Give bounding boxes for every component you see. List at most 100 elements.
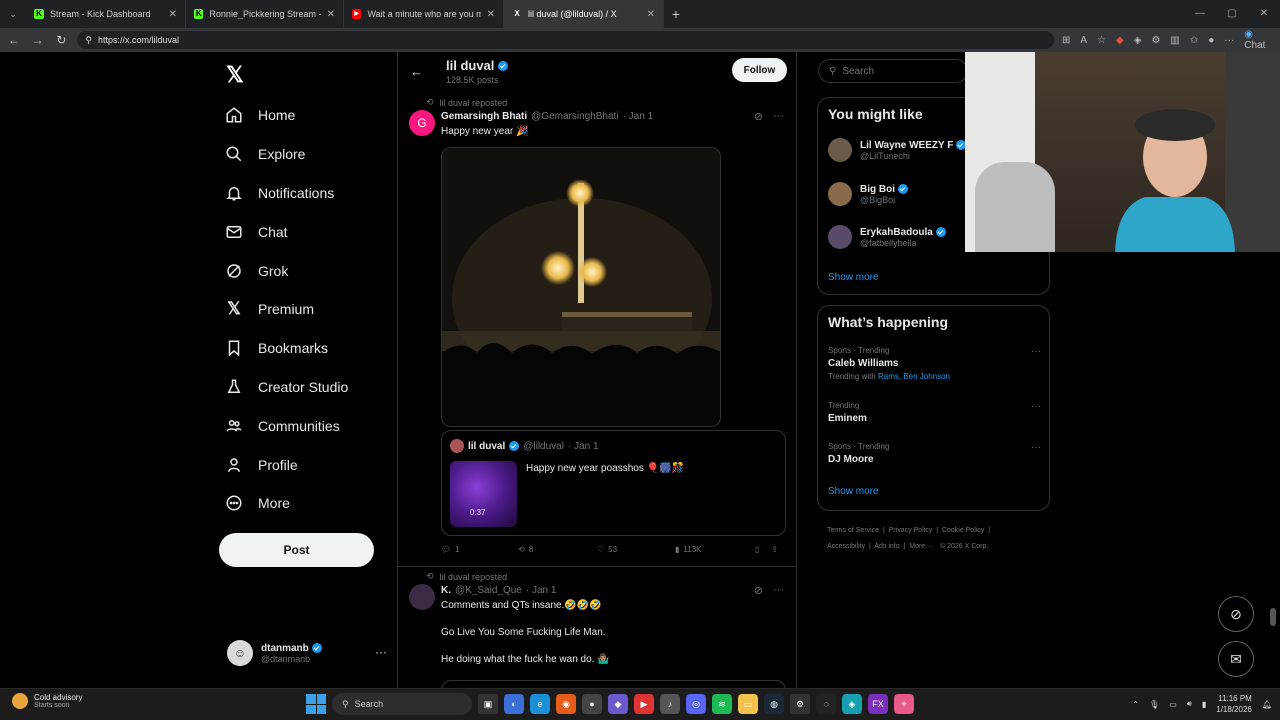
more-dots-icon[interactable]: ··· [375, 645, 387, 659]
nav-chat[interactable]: Chat [224, 212, 348, 251]
grok-icon[interactable]: ⊘ [754, 584, 763, 597]
video-thumbnail[interactable]: 0:37 [450, 461, 517, 527]
app-icon[interactable]: ◈ [842, 694, 862, 714]
trend-item[interactable]: Trending Eminem ··· [828, 401, 1041, 424]
steam-icon[interactable]: ◍ [764, 694, 784, 714]
more-dots-icon[interactable]: ··· [1031, 401, 1041, 412]
tweet-media-image[interactable] [441, 147, 721, 427]
more-dots-icon[interactable]: ··· [773, 110, 784, 123]
weather-widget[interactable]: Cold advisory Starts soon [12, 693, 82, 709]
nav-bookmarks[interactable]: Bookmarks [224, 329, 348, 368]
copilot-chat-button[interactable]: ◉ Chat [1244, 29, 1274, 51]
tab-kick-dashboard[interactable]: K Stream - Kick Dashboard ✕ [26, 0, 186, 28]
close-tab-icon[interactable]: ✕ [647, 9, 655, 20]
new-tab-icon[interactable]: + [664, 6, 688, 22]
extensions-puzzle-icon[interactable]: ⚙ [1151, 35, 1160, 46]
menu-dots-icon[interactable]: ··· [1224, 35, 1234, 46]
footer-link[interactable]: Ads info [874, 543, 899, 550]
footer-link[interactable]: Accessibility [827, 543, 865, 550]
nav-premium[interactable]: 𝕏 Premium [224, 290, 348, 329]
close-tab-icon[interactable]: ✕ [487, 9, 495, 20]
back-icon[interactable]: ← [6, 33, 22, 47]
nav-creator-studio[interactable]: Creator Studio [224, 368, 348, 407]
network-icon[interactable]: ▭ [1169, 700, 1177, 709]
trend-item[interactable]: Sports · Trending DJ Moore ··· [828, 442, 1041, 465]
nav-explore[interactable]: Explore [224, 135, 348, 174]
repost-button[interactable]: ⟲ 8 [518, 545, 597, 554]
tweet-author-handle[interactable]: @K_Said_Que [455, 585, 522, 596]
volume-icon[interactable]: 🔊︎ [1187, 699, 1192, 709]
app-icon[interactable]: ⊞ [1062, 35, 1070, 46]
grok-fab-button[interactable]: ⊘ [1218, 596, 1254, 632]
avatar[interactable] [409, 584, 435, 610]
profile-icon[interactable]: ● [1208, 35, 1214, 46]
edge-icon[interactable]: e [530, 694, 550, 714]
app-icon[interactable]: ▶ [634, 694, 654, 714]
tab-search-icon[interactable]: ⌄ [0, 0, 26, 28]
follow-button[interactable]: Follow [732, 58, 787, 82]
close-window-icon[interactable]: ✕ [1248, 0, 1280, 28]
messages-fab-button[interactable]: ✉ [1218, 641, 1254, 677]
microphone-icon[interactable]: 🎙︎ [1149, 700, 1159, 709]
account-switcher[interactable]: ☺ dtanmanb @dtanmanb ··· [227, 640, 387, 666]
views-button[interactable]: ▮ 113K [675, 545, 755, 554]
back-arrow-icon[interactable]: ← [410, 64, 423, 79]
favorite-star-icon[interactable]: ☆ [1097, 35, 1106, 46]
obs-icon[interactable]: ● [582, 694, 602, 714]
task-view-icon[interactable]: ▣ [478, 694, 498, 714]
tab-lil-duval[interactable]: X lil duval (@lilduval) / X ✕ [504, 0, 664, 28]
tweet-date[interactable]: · Jan 1 [623, 111, 654, 122]
app-icon[interactable]: ⚙ [790, 694, 810, 714]
url-bar[interactable]: ⚲ https://x.com/lilduval [77, 31, 1054, 49]
suggestion-item[interactable]: Big Boi @BigBoi [828, 182, 908, 206]
quoted-tweet[interactable]: lil duval @lilduval · Jan 1 0:37 Happy n… [441, 430, 786, 536]
copilot-icon[interactable]: ◐ [504, 694, 524, 714]
reload-icon[interactable]: ↻ [54, 33, 70, 47]
firefox-icon[interactable]: ◉ [556, 694, 576, 714]
nav-home[interactable]: Home [224, 96, 348, 135]
taskbar-search[interactable]: ⚲ Search [332, 693, 472, 715]
spotify-icon[interactable]: ≋ [712, 694, 732, 714]
nav-notifications[interactable]: Notifications [224, 174, 348, 213]
suggestion-item[interactable]: ErykahBadoula @fatbellybella [828, 225, 946, 249]
nav-profile[interactable]: Profile [224, 445, 348, 484]
site-info-icon[interactable]: ⚲ [85, 35, 92, 46]
clock[interactable]: 11:16 PM 1/18/2026 [1216, 693, 1252, 715]
split-screen-icon[interactable]: ▥ [1170, 35, 1179, 46]
tweet-author-name[interactable]: Gemarsingh Bhati [441, 111, 527, 122]
notifications-bell-icon[interactable]: 🔔︎ [1262, 700, 1272, 709]
more-dots-icon[interactable]: ··· [773, 584, 784, 597]
favorites-icon[interactable]: ✩ [1190, 35, 1198, 46]
grok-icon[interactable]: ⊘ [754, 110, 763, 123]
tweet-author-handle[interactable]: @GemarsinghBhati [531, 111, 618, 122]
more-dots-icon[interactable]: ··· [1031, 442, 1041, 453]
tab-youtube-meme[interactable]: ▶ Wait a minute who are you meme ✕ [344, 0, 504, 28]
read-aloud-icon[interactable]: A [1080, 35, 1087, 46]
fx-icon[interactable]: FX [868, 694, 888, 714]
like-button[interactable]: ♡ 53 [597, 545, 675, 554]
forward-icon[interactable]: → [30, 33, 46, 47]
folder-icon[interactable]: ▭ [738, 694, 758, 714]
nav-more[interactable]: More [224, 484, 348, 523]
search-input[interactable]: ⚲ Search [818, 59, 968, 83]
tweet-author-name[interactable]: K. [441, 585, 451, 596]
reply-button[interactable]: 💬︎ 1 [441, 545, 518, 554]
extension-icon[interactable]: ◈ [1134, 35, 1142, 46]
footer-link[interactable]: Cookie Policy [942, 527, 984, 534]
tweet-date[interactable]: · Jan 1 [526, 585, 557, 596]
music-icon[interactable]: ♪ [660, 694, 680, 714]
extension-icon[interactable]: ◆ [1116, 35, 1124, 46]
pin-icon[interactable]: ⌖ [894, 694, 914, 714]
x-logo-icon[interactable]: 𝕏 [226, 62, 244, 88]
app-icon[interactable]: ◆ [608, 694, 628, 714]
share-icon[interactable]: ⇪ [771, 545, 778, 554]
footer-link[interactable]: More ··· [909, 543, 934, 550]
app-icon[interactable]: ◌ [816, 694, 836, 714]
nav-communities[interactable]: Communities [224, 406, 348, 445]
quoted-tweet[interactable] [441, 680, 786, 688]
trend-item[interactable]: Sports · Trending Caleb Williams Trendin… [828, 346, 1041, 381]
footer-link[interactable]: Privacy Policy [889, 527, 933, 534]
maximize-icon[interactable]: ▢ [1216, 0, 1248, 28]
tab-ronnie-stream[interactable]: K Ronnie_Pickkering Stream - Watch ✕ [186, 0, 344, 28]
battery-icon[interactable]: ▮ [1202, 700, 1206, 709]
